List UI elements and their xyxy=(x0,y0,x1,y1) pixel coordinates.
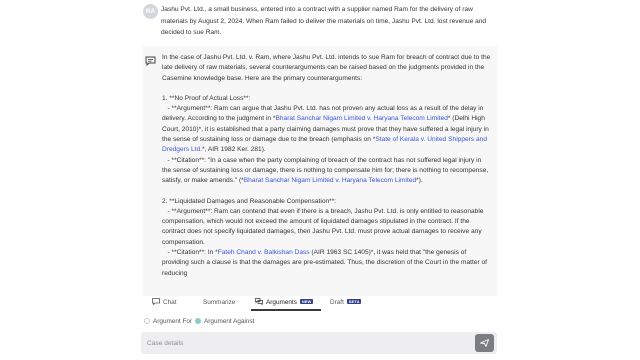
case-link[interactable]: Fateh Chand v. Balkishan Dass xyxy=(218,249,310,256)
case-link[interactable]: Bharat Sanchar Nigam Limited v. Haryana … xyxy=(276,115,448,122)
tab-arguments-label: Arguments xyxy=(266,299,297,306)
point-2-citation-pre: - **Citation**: In * xyxy=(167,249,218,257)
argument-against-label: Argument Against xyxy=(204,318,255,325)
point-1-citation-post: *). xyxy=(416,177,423,185)
tab-summarize[interactable]: Summarize xyxy=(203,296,235,310)
point-1-argument: - **Argument**: Ram can argue that Jashu… xyxy=(162,104,492,155)
radio-unchecked-icon xyxy=(144,318,150,324)
case-details-input[interactable] xyxy=(147,336,447,350)
active-tab-indicator xyxy=(251,309,321,311)
argument-against-radio[interactable]: Argument Against xyxy=(195,316,254,328)
argument-for-label: Argument For xyxy=(153,318,193,325)
tab-draft-label: Draft xyxy=(330,299,344,306)
assistant-message: In the case of Jashu Pvt. Ltd. v. Ram, w… xyxy=(143,46,497,296)
tab-draft[interactable]: Draft BETA xyxy=(330,296,362,310)
argument-type-radios: Argument For Argument Against xyxy=(143,316,443,328)
assistant-message-body: In the case of Jashu Pvt. Ltd. v. Ram, w… xyxy=(162,53,492,279)
user-avatar: RA xyxy=(143,4,158,19)
send-button[interactable] xyxy=(475,334,494,352)
point-1-argument-post: *, AIR 1982 Ker. 281). xyxy=(201,146,266,154)
arguments-icon xyxy=(255,298,263,305)
beta-badge: BETA xyxy=(346,299,362,304)
case-link[interactable]: Bharat Sanchar Nigam Limited v. Haryana … xyxy=(244,177,416,184)
point-1-heading: 1. **No Proof of Actual Loss**: xyxy=(162,94,251,102)
argument-for-radio[interactable]: Argument For xyxy=(144,316,192,328)
mode-tabs: Chat Summarize Arguments NEW Draft BETA xyxy=(143,296,497,311)
point-2-argument-text: - **Argument**: Ram can contend that eve… xyxy=(162,207,484,246)
tab-arguments[interactable]: Arguments NEW xyxy=(255,296,314,310)
point-2-citation: - **Citation**: In *Fateh Chand v. Balki… xyxy=(162,248,492,279)
chat-icon xyxy=(152,298,160,305)
tab-summarize-label: Summarize xyxy=(203,299,236,306)
assistant-intro: In the case of Jashu Pvt. Ltd. v. Ram, w… xyxy=(162,54,491,82)
point-1-citation: - **Citation**: "In a case when the part… xyxy=(162,156,492,187)
new-badge: NEW xyxy=(299,299,314,304)
case-details-box xyxy=(141,332,497,354)
send-icon xyxy=(480,339,489,347)
chat-bubble-icon xyxy=(145,56,156,66)
tab-chat[interactable]: Chat xyxy=(152,296,177,310)
user-message-text: Jashu Pvt. Ltd., a small business, enter… xyxy=(161,6,487,36)
radio-checked-icon xyxy=(195,318,201,324)
point-2-heading: 2. **Liquidated Damages and Reasonable C… xyxy=(162,197,337,205)
tab-chat-label: Chat xyxy=(163,299,177,306)
user-message: RA Jashu Pvt. Ltd., a small business, en… xyxy=(143,2,493,42)
point-2-argument: - **Argument**: Ram can contend that eve… xyxy=(162,207,492,248)
